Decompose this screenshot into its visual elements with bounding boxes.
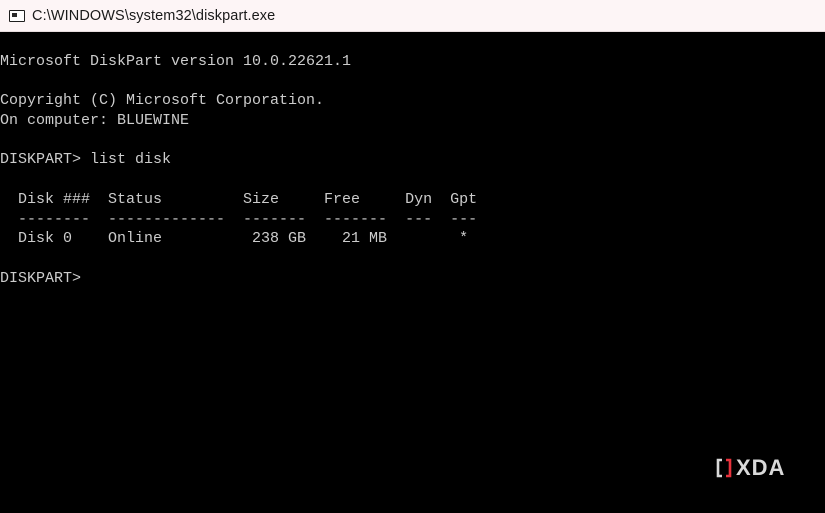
console-line: On computer: BLUEWINE [0,112,190,130]
console-window: C:\WINDOWS\system32\diskpart.exe Microso… [0,0,825,513]
title-bar[interactable]: C:\WINDOWS\system32\diskpart.exe [0,0,825,32]
window-title: C:\WINDOWS\system32\diskpart.exe [32,7,276,24]
xda-logo-text: XDA [736,455,786,480]
xda-watermark: XDA [716,455,785,481]
disk-table-separator: -------- ------------- ------- ------- -… [0,210,478,228]
console-window-icon [9,9,25,22]
xda-logo-icon [716,458,732,478]
command-prompt[interactable]: DISKPART> [0,269,477,289]
console-line: Copyright (C) Microsoft Corporation. [0,92,325,110]
console-line: DISKPART> list disk [0,151,172,169]
console-output[interactable]: Microsoft DiskPart version 10.0.22621.1 … [0,52,477,288]
disk-table-row: Disk 0 Online 238 GB 21 MB * [0,230,469,248]
console-line: Microsoft DiskPart version 10.0.22621.1 [0,53,352,70]
disk-table-header: Disk ### Status Size Free Dyn Gpt [0,190,478,208]
